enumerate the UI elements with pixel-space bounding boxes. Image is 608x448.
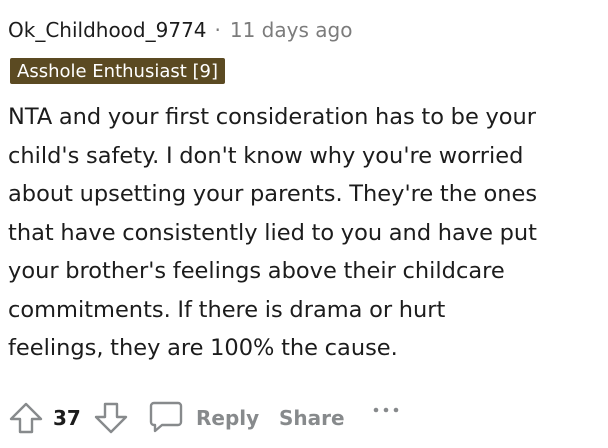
- downvote-button[interactable]: [93, 396, 129, 440]
- comment-meta: Ok_Childhood_9774 · 11 days ago: [8, 16, 352, 44]
- share-button[interactable]: Share: [279, 396, 345, 440]
- comment-line: your brother's feelings above their chil…: [8, 258, 505, 284]
- comment-body: NTA and your first consideration has to …: [8, 98, 600, 368]
- author-username[interactable]: Ok_Childhood_9774: [8, 18, 207, 42]
- vote-score: 37: [53, 396, 81, 440]
- user-flair: Asshole Enthusiast [9]: [10, 58, 226, 84]
- comment-actions: 37 Reply Share: [8, 396, 608, 440]
- score-value: 37: [53, 406, 81, 430]
- comment-line: about upsetting your parents. They're th…: [8, 181, 538, 207]
- reply-button[interactable]: Reply: [148, 396, 259, 440]
- comment-line: that have consistently lied to you and h…: [8, 219, 537, 246]
- comment-line: commitments. If there is drama or hurt: [8, 296, 446, 323]
- meta-separator: ·: [214, 18, 221, 42]
- comment-line: child's safety. I don't know why you're …: [8, 142, 524, 169]
- speech-bubble-icon: [148, 398, 184, 438]
- ellipsis-icon: [368, 398, 404, 438]
- timestamp[interactable]: 11 days ago: [230, 18, 353, 42]
- arrow-up-outline-icon: [8, 400, 44, 436]
- share-label: Share: [279, 406, 345, 430]
- more-options-button[interactable]: [368, 396, 404, 440]
- comment-line: feelings, they are 100% the cause.: [8, 335, 398, 361]
- arrow-down-outline-icon: [93, 400, 129, 436]
- upvote-button[interactable]: [8, 396, 44, 440]
- reply-label: Reply: [196, 406, 260, 430]
- comment-line: NTA and your first consideration has to …: [8, 104, 537, 130]
